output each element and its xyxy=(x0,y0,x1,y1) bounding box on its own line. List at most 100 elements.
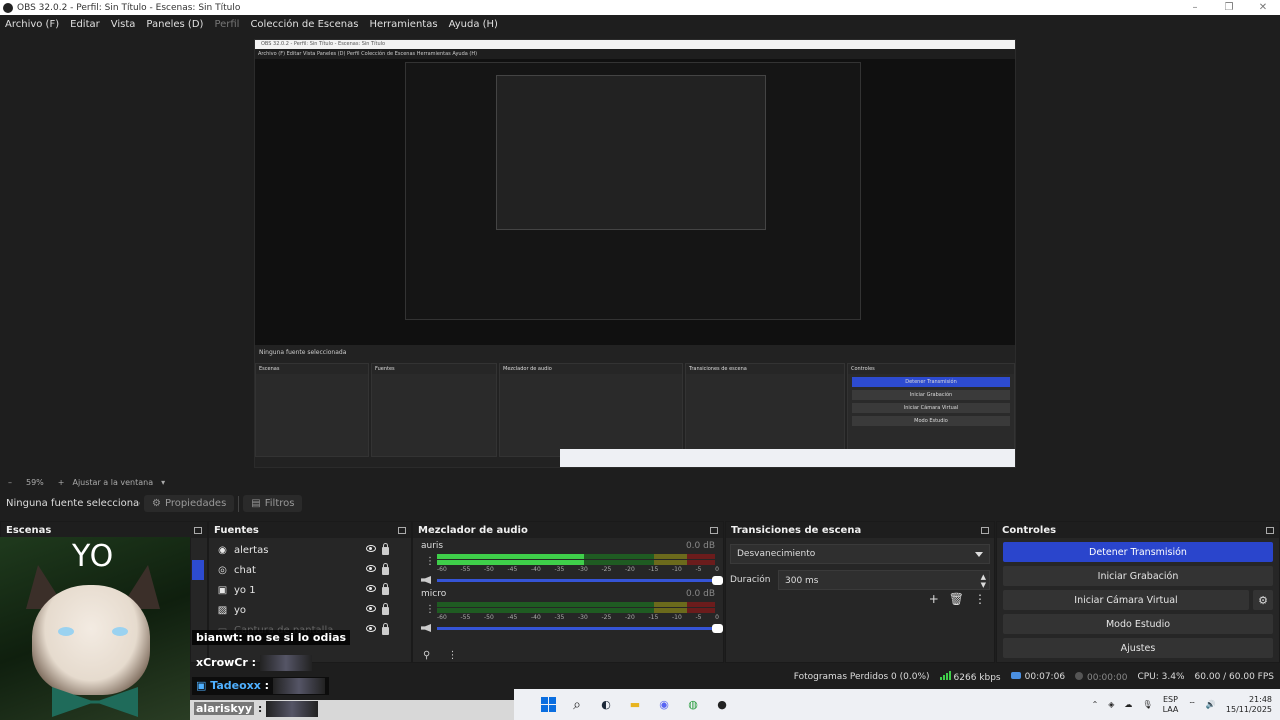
emote-image xyxy=(273,678,326,694)
fit-window-label[interactable]: Ajustar a la ventana xyxy=(72,478,153,487)
menu-editar[interactable]: Editar xyxy=(65,19,106,30)
meter-tick-label: -35 xyxy=(554,614,565,621)
filters-button[interactable]: ▤ Filtros xyxy=(243,495,303,512)
cpu-usage: CPU: 3.4% xyxy=(1137,672,1185,682)
nested-menu: Archivo (F) Editar Vista Paneles (D) Per… xyxy=(255,49,1015,59)
menu-herramientas[interactable]: Herramientas xyxy=(364,19,443,30)
menu-archivo[interactable]: Archivo (F) xyxy=(0,19,65,30)
source-item-alertas[interactable]: ◉ alertas xyxy=(209,540,411,560)
cat-eye-icon xyxy=(58,627,74,636)
visibility-icon[interactable] xyxy=(366,605,376,612)
cloud-icon[interactable]: ☁ xyxy=(1124,700,1132,709)
chat-message: alariskyy : xyxy=(190,700,514,720)
meter-tick-label: -5 xyxy=(695,566,702,573)
meter-tick-label: -60 xyxy=(437,614,447,621)
channel-name: micro xyxy=(421,589,447,599)
volume-row xyxy=(421,574,723,586)
properties-button[interactable]: ⚙ Propiedades xyxy=(144,495,235,512)
source-label: chat xyxy=(234,564,256,576)
meter-tick-label: -15 xyxy=(648,566,659,573)
studio-mode-button[interactable]: Modo Estudio xyxy=(1003,614,1273,634)
volume-knob[interactable] xyxy=(712,575,723,585)
filter-icon: ▤ xyxy=(251,498,261,509)
undock-icon[interactable] xyxy=(981,526,989,534)
steam-icon[interactable]: ◐ xyxy=(598,697,614,713)
speaker-icon[interactable] xyxy=(421,576,431,584)
stepper-icon[interactable]: ▲ ▼ xyxy=(981,573,986,589)
duration-input[interactable]: 300 ms ▲ ▼ xyxy=(778,570,990,590)
visibility-icon[interactable] xyxy=(366,545,376,552)
undock-icon[interactable] xyxy=(398,526,406,534)
channel-menu-icon[interactable]: ⋮ xyxy=(425,604,435,615)
obs-taskbar-icon[interactable]: ● xyxy=(714,697,730,713)
mixer-header: Mezclador de audio xyxy=(413,522,723,538)
preview-area[interactable]: OBS 32.0.2 - Perfil: Sin Título - Escena… xyxy=(0,33,1280,475)
more-icon[interactable]: ⋮ xyxy=(974,592,986,606)
minimize-button[interactable]: – xyxy=(1178,0,1212,15)
maximize-button[interactable]: ❐ xyxy=(1212,0,1246,15)
lock-icon[interactable] xyxy=(382,603,389,615)
language-indicator[interactable]: ESP LAA xyxy=(1163,695,1179,715)
source-item-yo1[interactable]: ▣ yo 1 xyxy=(209,580,411,600)
start-virtual-cam-button[interactable]: Iniciar Cámara Virtual xyxy=(1003,590,1249,610)
stop-stream-button[interactable]: Detener Transmisión xyxy=(1003,542,1273,562)
menu-vista[interactable]: Vista xyxy=(106,19,142,30)
lock-icon[interactable] xyxy=(382,563,389,575)
meter-tick-label: -5 xyxy=(695,614,702,621)
lock-icon[interactable] xyxy=(382,583,389,595)
scenes-title: Escenas xyxy=(6,524,52,536)
volume-knob[interactable] xyxy=(712,623,723,633)
scene-selected-item[interactable] xyxy=(192,560,204,580)
tray-app-icon[interactable]: ◈ xyxy=(1108,700,1114,709)
gear-icon[interactable]: ⚙ xyxy=(1253,590,1273,610)
wifi-icon[interactable]: ⌔ xyxy=(1188,700,1196,710)
visibility-icon[interactable] xyxy=(366,585,376,592)
undock-icon[interactable] xyxy=(710,526,718,534)
settings-button[interactable]: Ajustes xyxy=(1003,638,1273,658)
menu-coleccion[interactable]: Colección de Escenas xyxy=(245,19,364,30)
nested-detener: Detener Transmisión xyxy=(852,377,1010,387)
folder-icon[interactable]: ▬ xyxy=(627,697,643,713)
filters-label: Filtros xyxy=(264,498,295,509)
volume-icon[interactable]: 🔊 xyxy=(1206,700,1216,709)
audio-meter xyxy=(437,560,715,565)
meter-tick-label: -40 xyxy=(531,614,541,621)
chrome-icon[interactable]: ◍ xyxy=(685,697,701,713)
search-icon[interactable]: ⌕ xyxy=(569,697,585,713)
undock-icon[interactable] xyxy=(194,526,202,534)
volume-slider[interactable] xyxy=(437,575,723,585)
discord-icon[interactable]: ◉ xyxy=(656,697,672,713)
fit-dropdown-icon[interactable]: ▾ xyxy=(161,478,165,487)
image-icon: ▨ xyxy=(217,604,228,616)
channel-menu-icon[interactable]: ⋮ xyxy=(425,556,435,567)
windows-start-icon[interactable] xyxy=(540,697,556,713)
zoom-out-button[interactable]: – xyxy=(8,478,12,487)
lock-icon[interactable] xyxy=(382,543,389,555)
start-recording-button[interactable]: Iniciar Grabación xyxy=(1003,566,1273,586)
visibility-icon[interactable] xyxy=(366,565,376,572)
rec-time: 00:00:00 xyxy=(1075,671,1127,683)
meter-tick-label: -20 xyxy=(625,614,635,621)
menu-perfil[interactable]: Perfil xyxy=(209,19,245,30)
meter-tick-label: -25 xyxy=(601,614,612,621)
zoom-in-button[interactable]: + xyxy=(58,478,65,487)
no-source-label: Ninguna fuente seleccionada xyxy=(6,498,140,509)
menu-paneles[interactable]: Paneles (D) xyxy=(141,19,209,30)
menu-ayuda[interactable]: Ayuda (H) xyxy=(444,19,504,30)
undock-icon[interactable] xyxy=(1266,526,1274,534)
meter-tick-label: -50 xyxy=(484,614,494,621)
taskbar-apps: ⌕ ◐ ▬ ◉ ◍ ● xyxy=(540,697,730,713)
close-button[interactable]: ✕ xyxy=(1246,0,1280,15)
add-icon[interactable]: + xyxy=(929,592,939,606)
chat-overlay: bianwt: no se si lo odias xCrowCr : ▣ Ta… xyxy=(190,628,514,720)
mixer-channel-auris: auris 0.0 dB ⋮ -60 -55 -50 -45 -40 -35 -30 -25 -2… xyxy=(413,538,723,588)
mic-icon[interactable]: 🎙 xyxy=(1142,700,1152,709)
chevron-up-icon[interactable]: ⌃ xyxy=(1092,700,1099,709)
preview-canvas[interactable]: OBS 32.0.2 - Perfil: Sin Título - Escena… xyxy=(254,39,1016,468)
clock[interactable]: 21:48 15/11/2025 xyxy=(1226,695,1272,715)
source-item-chat[interactable]: ◎ chat xyxy=(209,560,411,580)
chat-user: xCrowCr xyxy=(196,656,248,669)
transition-select[interactable]: Desvanecimiento xyxy=(730,544,990,564)
trash-icon[interactable]: 🗑 xyxy=(949,592,964,606)
source-item-yo[interactable]: ▨ yo xyxy=(209,600,411,620)
